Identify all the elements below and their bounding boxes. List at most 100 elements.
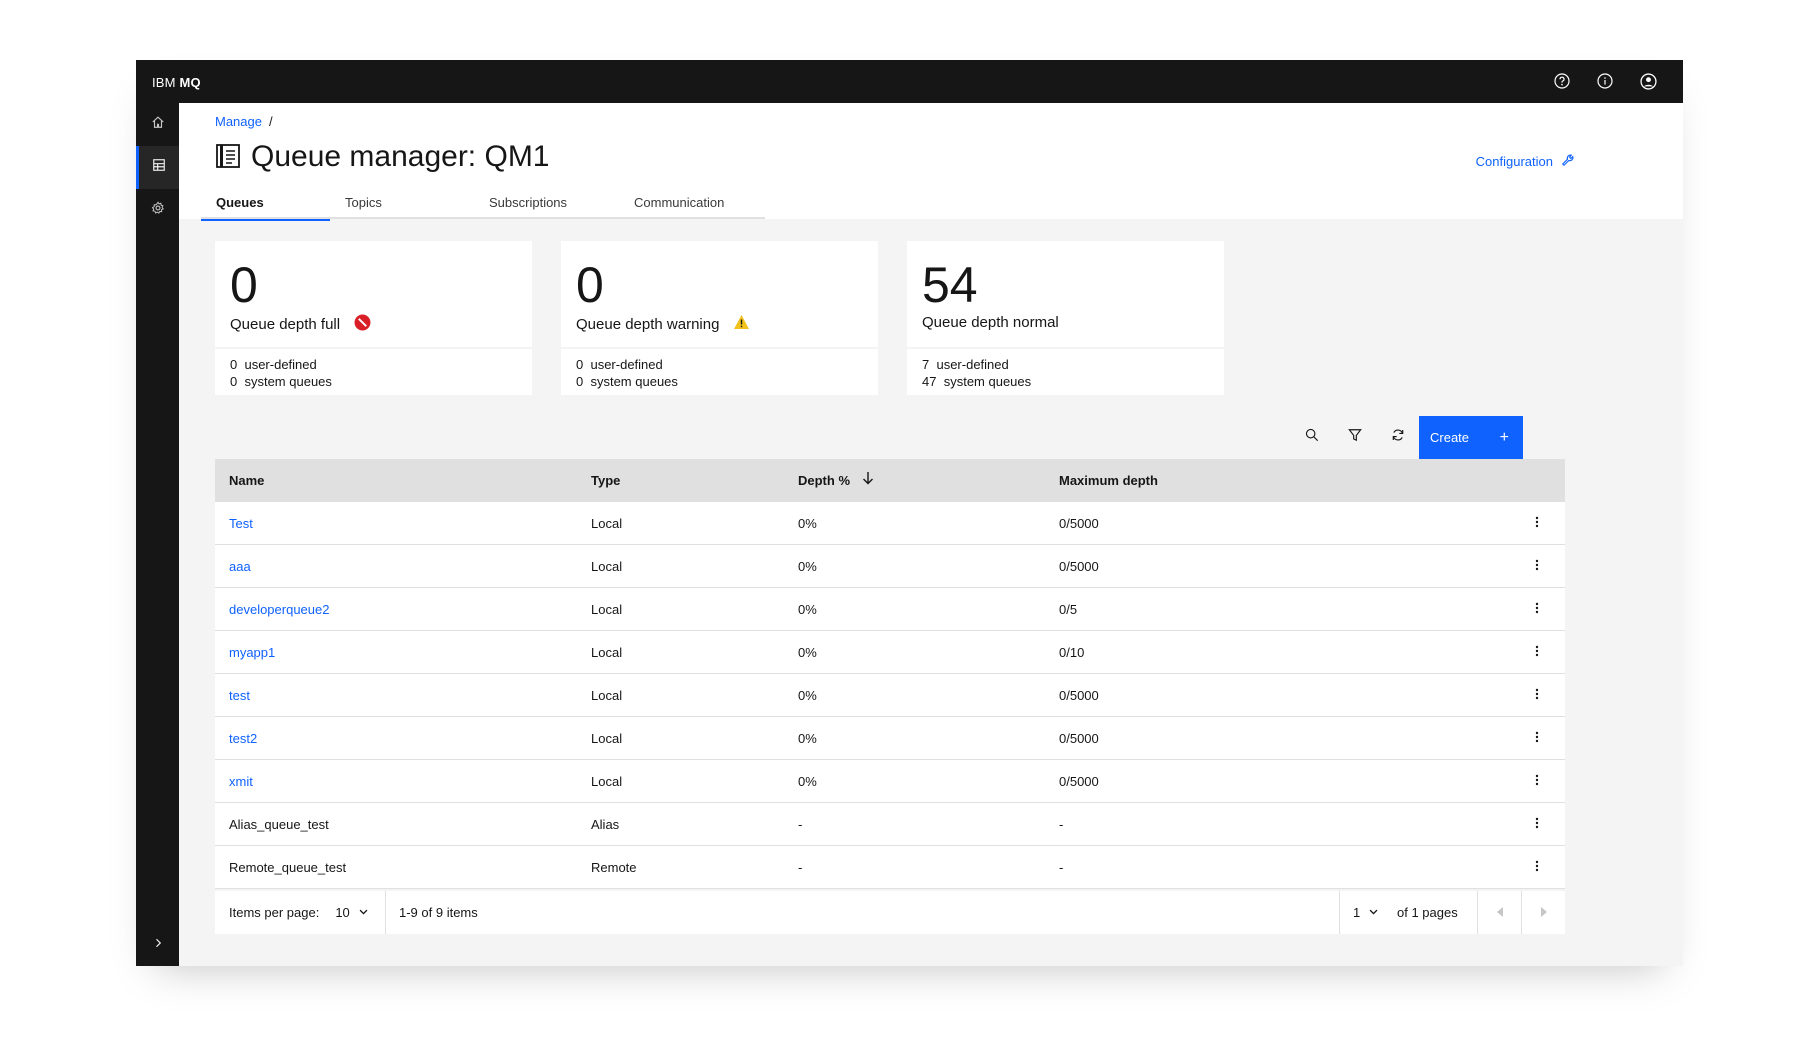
table-row[interactable]: Alias_queue_test Alias - - [215,803,1565,846]
overflow-menu-button[interactable] [1525,717,1549,760]
configuration-link[interactable]: Configuration [1476,153,1575,170]
queue-maximum-depth: 0/5000 [1059,559,1099,574]
previous-page-button[interactable] [1478,891,1521,934]
queue-depth-full-card[interactable]: 0 Queue depth full 0 user-defined 0 syst… [215,241,532,395]
tab-list: Queues Topics Subscriptions Communicatio… [201,185,765,221]
brand-name[interactable]: IBM MQ [152,75,201,90]
queue-type: Local [591,731,623,746]
card-user-defined: 0 user-defined [230,357,317,372]
items-per-page-select[interactable]: 10 [335,905,368,920]
queues-table: Name Type Depth % Maximum depth Test Loca… [215,459,1565,889]
queue-depth-percent: 0% [798,731,817,746]
table-row[interactable]: Remote_queue_test Remote - - [215,846,1565,889]
table-row[interactable]: Test Local 0% 0/5000 [215,502,1565,545]
table-row[interactable]: aaa Local 0% 0/5000 [215,545,1565,588]
queue-maximum-depth: 0/5 [1059,602,1078,617]
card-user-defined: 0 user-defined [576,357,663,372]
table-row[interactable]: developerqueue2 Local 0% 0/5 [215,588,1565,631]
overflow-menu-icon [1535,803,1539,846]
nav-manage[interactable] [136,146,179,189]
queue-name[interactable]: xmit [229,760,253,803]
queue-name[interactable]: test2 [229,717,257,760]
queue-maximum-depth: 0/5000 [1059,516,1099,531]
table-toolbar: Create + [1290,416,1523,459]
pager-divider [385,891,386,934]
breadcrumb: Manage / [215,114,273,129]
tab-queues[interactable]: Queues [201,185,330,221]
table-row[interactable]: myapp1 Local 0% 0/10 [215,631,1565,674]
page-select[interactable]: 1 [1353,891,1379,934]
queue-depth-percent: - [798,860,803,875]
queue-name[interactable]: developerqueue2 [229,588,329,631]
search-button[interactable] [1290,416,1333,459]
table-row[interactable]: test2 Local 0% 0/5000 [215,717,1565,760]
overflow-menu-button[interactable] [1525,545,1549,588]
nav-settings[interactable] [136,189,179,232]
queue-depth-percent: 0% [798,516,817,531]
items-per-page-label: Items per page: [229,905,320,920]
queue-type: Local [591,645,623,660]
overflow-menu-button[interactable] [1525,846,1549,889]
refresh-icon [1391,428,1405,447]
user-avatar-icon[interactable] [1637,70,1659,92]
card-divider [215,347,532,349]
help-icon[interactable] [1551,70,1573,92]
queue-type: Local [591,559,623,574]
queue-type: Alias [591,817,620,832]
overflow-menu-icon [1535,631,1539,674]
refresh-button[interactable] [1376,416,1419,459]
queue-name[interactable]: aaa [229,545,251,588]
tab-topics[interactable]: Topics [330,185,474,219]
queue-maximum-depth: 0/10 [1059,645,1085,660]
queue-depth-percent: - [798,817,803,832]
overflow-menu-button[interactable] [1525,803,1549,846]
overflow-menu-button[interactable] [1525,588,1549,631]
tab-subscriptions[interactable]: Subscriptions [474,185,619,219]
queue-name: Remote_queue_test [229,860,347,875]
card-system-queues: 0 system queues [576,374,678,389]
nav-home[interactable] [136,103,179,146]
overflow-menu-button[interactable] [1525,631,1549,674]
create-button[interactable]: Create + [1419,416,1523,459]
overflow-menu-icon [1535,545,1539,588]
queue-name[interactable]: myapp1 [229,631,275,674]
grid-icon [152,158,166,177]
queue-name[interactable]: test [229,674,250,717]
top-header-bar: IBM MQ [136,60,1683,103]
overflow-menu-button[interactable] [1525,760,1549,803]
column-header-depth[interactable]: Depth % [798,459,874,502]
next-page-button[interactable] [1522,891,1565,934]
items-range: 1-9 of 9 items [399,905,478,920]
card-value: 0 [230,257,258,313]
table-row[interactable]: test Local 0% 0/5000 [215,674,1565,717]
card-label: Queue depth normal [922,314,1059,331]
page-title: Queue manager: QM1 [251,140,550,173]
table-row[interactable]: xmit Local 0% 0/5000 [215,760,1565,803]
column-header-name[interactable]: Name [229,459,264,502]
queue-depth-warning-card[interactable]: 0 Queue depth warning 0 user-defined 0 s… [561,241,878,395]
breadcrumb-separator: / [268,114,273,129]
create-button-label: Create [1430,430,1470,445]
queue-type: Local [591,602,623,617]
queue-maximum-depth: - [1059,860,1064,875]
table-header: Name Type Depth % Maximum depth [215,459,1565,502]
tab-communication[interactable]: Communication [619,185,765,219]
breadcrumb-manage-link[interactable]: Manage [215,114,262,129]
column-header-maximum-depth[interactable]: Maximum depth [1059,459,1158,502]
search-icon [1305,428,1319,447]
overflow-menu-button[interactable] [1525,502,1549,545]
info-icon[interactable] [1594,70,1616,92]
column-header-type[interactable]: Type [591,459,620,502]
app-window: IBM MQ Manage / Queue manager: QM1 Confi… [136,60,1683,966]
queue-type: Local [591,774,623,789]
queue-type: Remote [591,860,637,875]
filter-button[interactable] [1333,416,1376,459]
queue-name[interactable]: Test [229,502,253,545]
overflow-menu-icon [1535,588,1539,631]
overflow-menu-icon [1535,760,1539,803]
nav-expand-toggle[interactable] [136,923,179,966]
queue-depth-normal-card[interactable]: 54 Queue depth normal 7 user-defined 47 … [907,241,1224,395]
overflow-menu-button[interactable] [1525,674,1549,717]
queue-type: Local [591,688,623,703]
pager-divider [1339,891,1340,934]
